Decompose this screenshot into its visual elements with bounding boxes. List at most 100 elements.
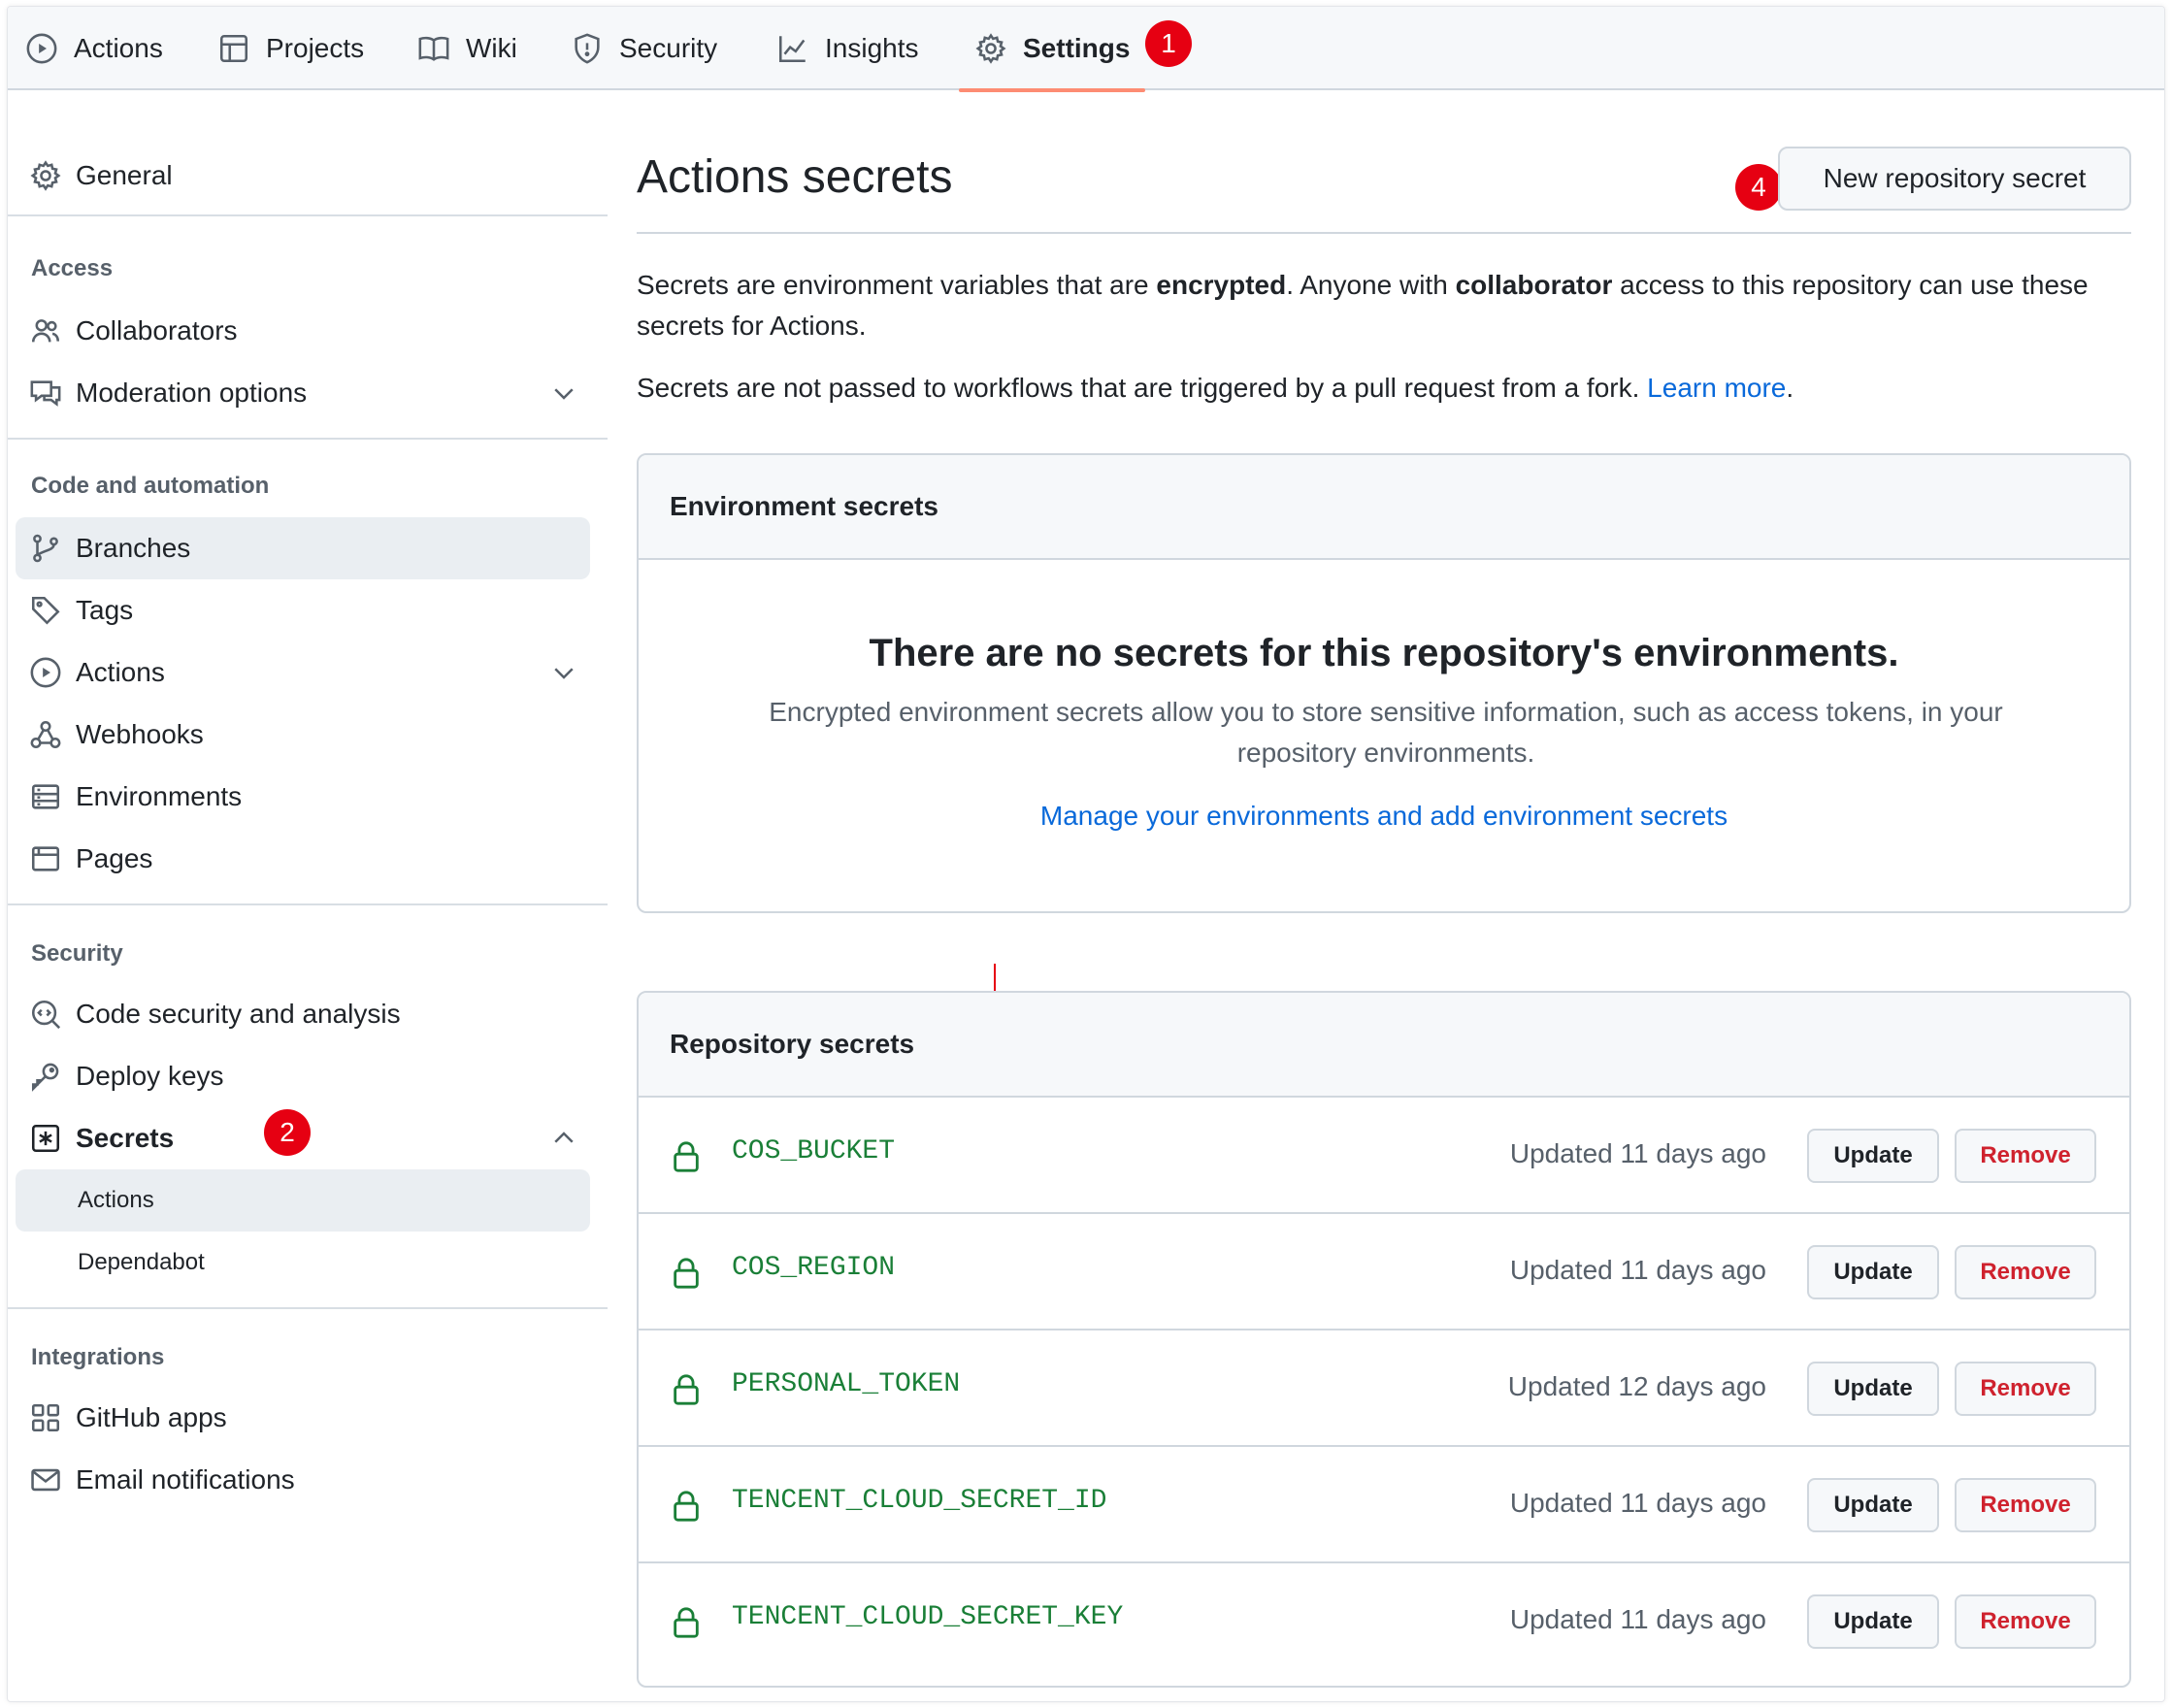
lock-icon [672, 1606, 701, 1639]
sidebar-heading-integrations: Integrations [31, 1344, 165, 1370]
learn-more-link[interactable]: Learn more [1647, 373, 1786, 403]
browser-icon [29, 842, 62, 875]
chevron-up-icon[interactable] [549, 1124, 578, 1153]
update-button[interactable]: Update [1807, 1129, 1939, 1183]
sidebar-item-label: Code security and analysis [76, 999, 401, 1029]
book-icon [417, 32, 450, 65]
chevron-down-icon[interactable] [549, 658, 578, 687]
remove-button[interactable]: Remove [1955, 1594, 2096, 1649]
sidebar-item-pages[interactable]: Pages [29, 830, 152, 888]
secret-updated: Updated 11 days ago [1509, 1604, 1766, 1634]
annotation-marker: 2 [264, 1109, 311, 1156]
sidebar-item-label: Environments [76, 781, 243, 811]
sidebar-item-actions[interactable]: Actions [29, 643, 165, 702]
remove-button[interactable]: Remove [1955, 1129, 2096, 1183]
text-bold: collaborator [1455, 270, 1613, 300]
remove-button[interactable]: Remove [1955, 1245, 2096, 1299]
codescan-icon [29, 998, 62, 1031]
update-button[interactable]: Update [1807, 1245, 1939, 1299]
git-branch-icon [29, 532, 62, 565]
play-icon [29, 656, 62, 689]
text: Secrets are not passed to workflows that… [637, 373, 1648, 403]
settings-window: Actions Projects Wiki Security Insights [7, 6, 2165, 1702]
update-button[interactable]: Update [1807, 1594, 1939, 1649]
blank-state-description: Encrypted environment secrets allow you … [769, 697, 2003, 768]
table-icon [217, 32, 250, 65]
sidebar-item-tags[interactable]: Tags [29, 581, 133, 640]
blank-state-title: There are no secrets for this repository… [869, 632, 1899, 674]
tag-icon [29, 594, 62, 627]
tab-security[interactable]: Security [571, 7, 717, 90]
sidebar-item-moderation-options[interactable]: Moderation options [29, 364, 307, 422]
text: . [1786, 373, 1794, 403]
sidebar-item-code-security[interactable]: Code security and analysis [29, 985, 401, 1043]
sidebar-item-label: GitHub apps [76, 1402, 227, 1432]
sidebar-subitem-actions[interactable]: Actions [78, 1187, 154, 1214]
sidebar-item-label: Moderation options [76, 378, 308, 408]
sidebar-item-environments[interactable]: Environments [29, 768, 242, 826]
secret-row: TENCENT_CLOUD_SECRET_ID Updated 11 days … [639, 1445, 2129, 1561]
sidebar-divider [8, 214, 608, 216]
sidebar-item-collaborators[interactable]: Collaborators [29, 302, 238, 360]
fork-notice: Secrets are not passed to workflows that… [637, 368, 2131, 409]
tab-settings[interactable]: Settings [958, 7, 1146, 92]
secret-name: COS_REGION [732, 1253, 896, 1283]
manage-environments-link[interactable]: Manage your environments and add environ… [639, 801, 2129, 832]
sidebar-heading-code-automation: Code and automation [31, 473, 270, 499]
tab-label: Actions [74, 33, 163, 63]
tab-actions[interactable]: Actions [25, 7, 163, 90]
update-button[interactable]: Update [1807, 1362, 1939, 1416]
remove-button[interactable]: Remove [1955, 1478, 2096, 1532]
chevron-down-icon[interactable] [549, 378, 578, 408]
environment-secrets-box: Environment secrets There are no secrets… [637, 453, 2131, 913]
sidebar-item-label: Actions [76, 657, 165, 687]
sidebar-item-label: Secrets [76, 1123, 175, 1153]
tab-label: Insights [825, 33, 919, 63]
repository-secrets-heading: Repository secrets [639, 993, 2129, 1098]
server-icon [29, 780, 62, 813]
sidebar-item-deploy-keys[interactable]: Deploy keys [29, 1047, 224, 1105]
play-icon [25, 32, 58, 65]
sidebar-subitem-dependabot[interactable]: Dependabot [78, 1249, 205, 1276]
comment-discussion-icon [29, 377, 62, 410]
text-bold: encrypted [1156, 270, 1287, 300]
tab-projects[interactable]: Projects [217, 7, 364, 90]
graph-icon [776, 32, 809, 65]
update-button[interactable]: Update [1807, 1478, 1939, 1532]
gear-icon [29, 159, 62, 192]
secret-name: TENCENT_CLOUD_SECRET_ID [732, 1486, 1107, 1516]
lock-icon [672, 1373, 701, 1406]
title-divider [637, 232, 2131, 234]
sidebar-item-branches[interactable]: Branches [29, 519, 190, 577]
new-repository-secret-button[interactable]: New repository secret [1778, 147, 2131, 211]
tab-wiki[interactable]: Wiki [417, 7, 517, 90]
secret-row: TENCENT_CLOUD_SECRET_KEY Updated 11 days… [639, 1561, 2129, 1678]
secret-row: PERSONAL_TOKEN Updated 12 days ago Updat… [639, 1329, 2129, 1445]
sidebar-item-label: Branches [76, 533, 191, 563]
sidebar-divider [8, 438, 608, 440]
page-title: Actions secrets [637, 151, 953, 203]
tab-insights[interactable]: Insights [776, 7, 919, 90]
secret-updated: Updated 11 days ago [1509, 1488, 1766, 1518]
key-icon [29, 1060, 62, 1093]
sidebar-item-label: Tags [76, 595, 134, 625]
sidebar-heading-access: Access [31, 255, 114, 281]
apps-grid-icon [29, 1401, 62, 1434]
tab-label: Security [619, 33, 718, 63]
annotation-marker: 1 [1145, 20, 1192, 67]
people-icon [29, 314, 62, 347]
sidebar-item-webhooks[interactable]: Webhooks [29, 706, 204, 764]
text: . Anyone with [1286, 270, 1456, 300]
secret-updated: Updated 11 days ago [1509, 1138, 1766, 1168]
lock-icon [672, 1490, 701, 1523]
asterisk-box-icon [29, 1122, 62, 1155]
sidebar-item-email-notifications[interactable]: Email notifications [29, 1451, 295, 1509]
sidebar-item-general[interactable]: General [29, 147, 173, 205]
remove-button[interactable]: Remove [1955, 1362, 2096, 1416]
sidebar-item-secrets[interactable]: Secrets [29, 1109, 174, 1167]
sidebar-item-github-apps[interactable]: GitHub apps [29, 1389, 227, 1447]
sidebar-heading-security: Security [31, 940, 123, 967]
sidebar-item-label: Webhooks [76, 719, 204, 749]
sidebar-item-label: Collaborators [76, 315, 238, 345]
mail-icon [29, 1463, 62, 1496]
